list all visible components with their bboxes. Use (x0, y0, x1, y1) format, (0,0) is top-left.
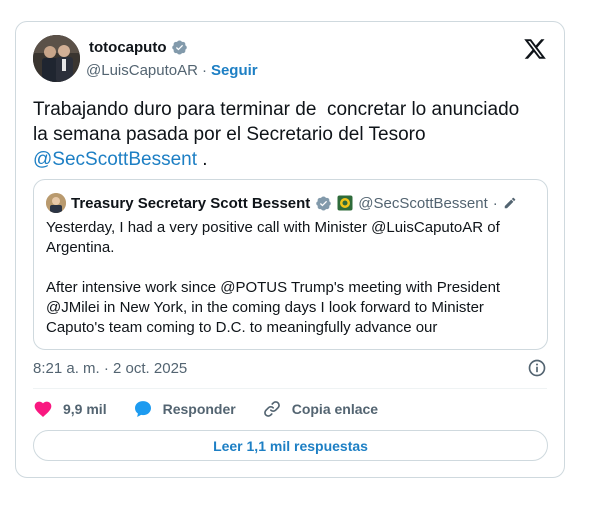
quoted-tweet-body: Yesterday, I had a very positive call wi… (46, 219, 501, 336)
quoted-avatar-photo (46, 193, 66, 213)
author-name-row: totocaputo (89, 39, 188, 56)
x-logo-icon[interactable] (523, 37, 547, 61)
read-replies-button[interactable]: Leer 1,1 mil respuestas (33, 430, 548, 461)
copy-link-button[interactable]: Copia enlace (262, 399, 378, 419)
like-button[interactable]: 9,9 mil (33, 399, 107, 419)
government-badge-icon (337, 195, 353, 211)
quoted-tweet[interactable]: Treasury Secretary Scott Bessent @SecSco… (33, 179, 548, 350)
tweet-mention-link[interactable]: @SecScottBessent (33, 149, 197, 170)
quoted-author-handle: @SecScottBessent (358, 194, 488, 212)
quoted-author-avatar (46, 193, 66, 213)
reply-button[interactable]: Responder (133, 399, 236, 419)
like-count: 9,9 mil (63, 401, 107, 417)
pencil-icon (504, 197, 516, 209)
verified-badge-icon (172, 40, 188, 55)
tweet-embed-card: totocaputo @LuisCaputoAR · Seguir Trabaj… (15, 21, 565, 478)
author-display-name[interactable]: totocaputo (89, 39, 166, 56)
tweet-text: Trabajando duro para terminar de concret… (33, 97, 553, 172)
handle-separator: · (201, 62, 207, 79)
quoted-author-name: Treasury Secretary Scott Bessent (71, 194, 311, 212)
divider (33, 388, 547, 389)
tweet-timestamp[interactable]: 8:21 a. m. · 2 oct. 2025 (33, 360, 187, 377)
info-icon[interactable] (527, 358, 547, 378)
tweet-text-line2: la semana pasada por el Secretario del T… (33, 124, 426, 145)
speech-bubble-icon (134, 401, 151, 417)
follow-button[interactable]: Seguir (211, 62, 258, 79)
tweet-text-line1: Trabajando duro para terminar de concret… (33, 99, 520, 120)
verified-badge-icon (316, 196, 332, 210)
heart-icon (34, 401, 52, 417)
quoted-separator: · (492, 194, 498, 212)
copy-link-label: Copia enlace (291, 401, 379, 417)
author-avatar[interactable] (33, 35, 80, 82)
avatar-photo (33, 35, 80, 82)
author-handle[interactable]: @LuisCaputoAR (86, 62, 198, 79)
link-icon (263, 401, 280, 417)
reply-label: Responder (162, 401, 236, 417)
tweet-text-end: . (196, 149, 208, 170)
author-handle-row: @LuisCaputoAR · Seguir (86, 62, 258, 79)
tweet-actions: 9,9 mil Responder Copia enlace (33, 399, 404, 419)
quoted-tweet-header: Treasury Secretary Scott Bessent @SecSco… (46, 193, 517, 213)
